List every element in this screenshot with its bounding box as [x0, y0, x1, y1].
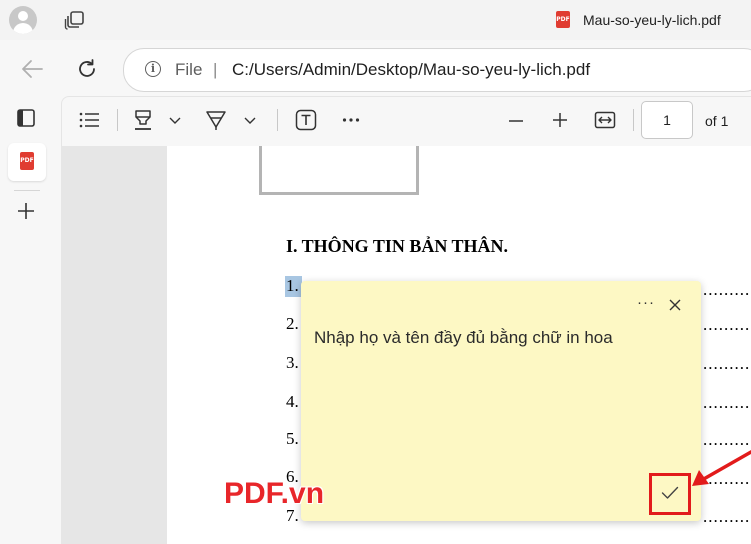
tab-title[interactable]: Mau-so-yeu-ly-lich.pdf — [583, 12, 721, 28]
checkmark-icon — [661, 486, 679, 499]
profile-avatar-icon[interactable] — [9, 6, 37, 34]
dot-leader: ........... — [703, 315, 751, 334]
pdf-icon: PDF — [20, 152, 34, 170]
zoom-out-icon[interactable] — [508, 113, 524, 129]
photo-frame — [259, 146, 419, 195]
page-count-label: of 1 — [705, 113, 729, 129]
page-number-input[interactable] — [641, 101, 693, 139]
draw-pen-icon[interactable] — [205, 109, 227, 131]
scheme-separator: | — [213, 60, 218, 79]
dot-leader: ........... — [703, 393, 751, 412]
zoom-in-icon[interactable] — [552, 112, 568, 128]
new-tab-plus-icon[interactable] — [17, 202, 35, 220]
dot-leader: ........... — [703, 507, 751, 526]
url-text[interactable]: C:/Users/Admin/Desktop/Mau-so-yeu-ly-lic… — [232, 60, 590, 80]
list-item-number: 3. — [286, 353, 299, 372]
contents-list-icon[interactable] — [79, 112, 101, 128]
list-item-number: 5. — [286, 429, 299, 448]
scheme-label: File — [175, 60, 203, 79]
section-heading: I. THÔNG TIN BẢN THÂN. — [286, 236, 509, 256]
list-item-number: 2. — [286, 314, 299, 333]
dot-leader: ........... — [703, 430, 751, 449]
dot-leader: ........... — [703, 280, 751, 299]
dot-leader: ........... — [703, 354, 751, 373]
sidebar-divider — [14, 190, 40, 191]
fit-to-width-icon[interactable] — [594, 111, 616, 129]
workspaces-icon[interactable] — [64, 10, 86, 30]
note-text[interactable]: Nhập họ và tên đầy đủ bằng chữ in hoa — [314, 328, 613, 348]
refresh-icon[interactable] — [76, 58, 98, 80]
list-item-number: 1. — [286, 276, 299, 295]
draw-chevron-down-icon[interactable] — [244, 117, 256, 125]
note-more-options-icon[interactable]: ··· — [637, 294, 655, 311]
tab-pdf-icon: PDF — [556, 11, 570, 28]
highlight-icon[interactable] — [133, 109, 153, 131]
toolbar-separator — [117, 109, 118, 131]
list-item-number: 4. — [286, 392, 299, 411]
callout-arrow-icon — [692, 450, 751, 486]
note-close-icon[interactable] — [669, 299, 681, 311]
watermark-logo: PDF.vn — [224, 477, 325, 510]
sidebar-toggle-icon[interactable] — [16, 108, 36, 128]
more-options-icon[interactable] — [342, 117, 360, 123]
toolbar-separator — [277, 109, 278, 131]
add-text-icon[interactable] — [295, 109, 317, 131]
comment-note-popup[interactable] — [301, 281, 701, 521]
highlight-chevron-down-icon[interactable] — [169, 117, 181, 125]
toolbar-separator — [633, 109, 634, 131]
site-info-icon[interactable]: i — [145, 61, 161, 77]
back-arrow-icon[interactable] — [20, 58, 44, 80]
